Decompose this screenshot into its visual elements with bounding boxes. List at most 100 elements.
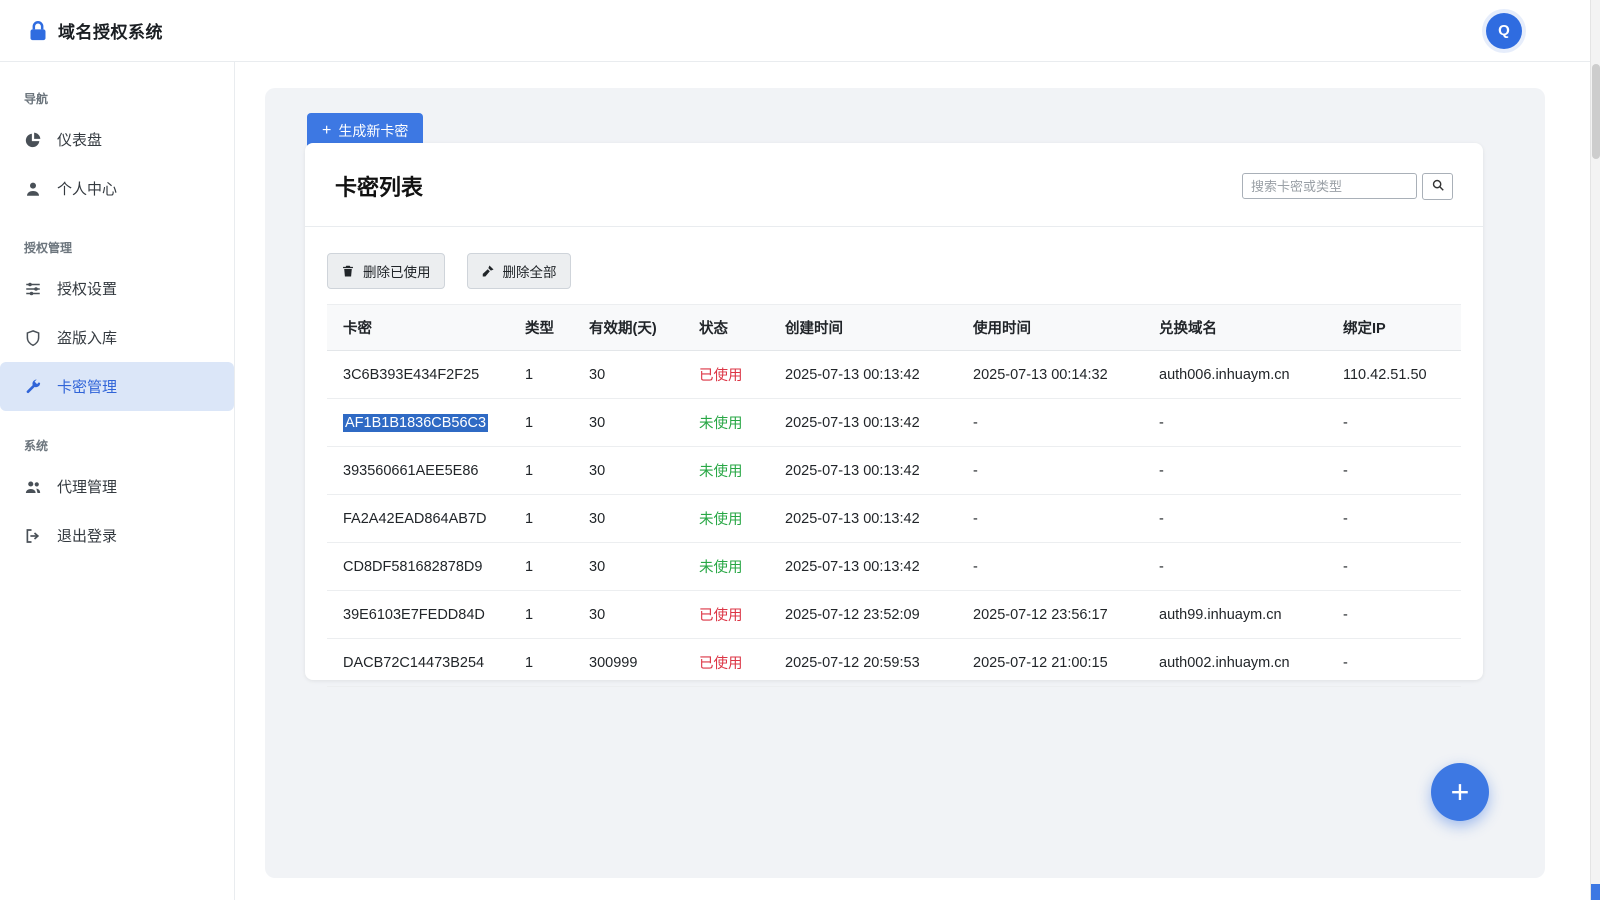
cell-ip: - bbox=[1333, 399, 1461, 447]
table-row: AF1B1B1836CB56C3 1 30 未使用 2025-07-13 00:… bbox=[327, 399, 1461, 447]
sidebar-item-label: 盗版入库 bbox=[57, 327, 117, 348]
sidebar: 导航 仪表盘 个人中心 授权管理 授权设 bbox=[0, 62, 235, 900]
cell-ip: - bbox=[1333, 591, 1461, 639]
cell-used-at: 2025-07-12 21:00:15 bbox=[963, 639, 1149, 687]
cell-status: 已使用 bbox=[689, 639, 775, 687]
scrollbar-thumb[interactable] bbox=[1592, 64, 1600, 159]
col-key: 卡密 bbox=[327, 305, 515, 351]
cell-days: 30 bbox=[579, 351, 689, 399]
cell-days: 30 bbox=[579, 591, 689, 639]
cell-type: 1 bbox=[515, 591, 579, 639]
cell-key: 39E6103E7FEDD84D bbox=[327, 591, 515, 639]
pie-chart-icon bbox=[24, 131, 42, 149]
plus-icon: + bbox=[322, 124, 331, 138]
scrollbar-bottom-button[interactable] bbox=[1591, 884, 1600, 900]
delete-used-button[interactable]: 删除已使用 bbox=[327, 253, 445, 289]
card-header: 卡密列表 bbox=[305, 143, 1483, 227]
table-row: 393560661AEE5E86 1 30 未使用 2025-07-13 00:… bbox=[327, 447, 1461, 495]
sidebar-item-label: 卡密管理 bbox=[57, 376, 117, 397]
main-area: + 生成新卡密 卡密列表 bbox=[236, 62, 1590, 900]
app-title: 域名授权系统 bbox=[58, 18, 163, 43]
cell-created: 2025-07-12 23:52:09 bbox=[775, 591, 963, 639]
sidebar-section-nav: 导航 bbox=[0, 80, 234, 115]
cell-ip: - bbox=[1333, 543, 1461, 591]
col-days: 有效期(天) bbox=[579, 305, 689, 351]
trash-icon bbox=[341, 264, 355, 278]
status-badge: 未使用 bbox=[699, 464, 743, 480]
user-icon bbox=[24, 180, 42, 198]
cell-used-at: - bbox=[963, 399, 1149, 447]
cell-ip: 110.42.51.50 bbox=[1333, 351, 1461, 399]
cell-created: 2025-07-13 00:13:42 bbox=[775, 399, 963, 447]
cell-type: 1 bbox=[515, 543, 579, 591]
table-row: CD8DF581682878D9 1 30 未使用 2025-07-13 00:… bbox=[327, 543, 1461, 591]
status-badge: 未使用 bbox=[699, 512, 743, 528]
cell-days: 30 bbox=[579, 495, 689, 543]
card-key-text[interactable]: 3C6B393E434F2F25 bbox=[343, 367, 479, 383]
app-brand: 域名授权系统 bbox=[28, 18, 163, 43]
sidebar-item-auth-settings[interactable]: 授权设置 bbox=[0, 264, 234, 313]
broom-icon bbox=[481, 264, 495, 278]
cell-domain: - bbox=[1149, 543, 1333, 591]
shield-icon bbox=[24, 329, 42, 347]
add-floating-button[interactable]: + bbox=[1431, 763, 1489, 821]
card-key-text[interactable]: DACB72C14473B254 bbox=[343, 655, 484, 671]
card-key-text[interactable]: FA2A42EAD864AB7D bbox=[343, 511, 486, 527]
search-button[interactable] bbox=[1422, 173, 1453, 200]
cell-used-at: - bbox=[963, 495, 1149, 543]
scrollbar-track[interactable] bbox=[1590, 0, 1600, 900]
cell-key: CD8DF581682878D9 bbox=[327, 543, 515, 591]
sidebar-item-card-keys[interactable]: 卡密管理 bbox=[0, 362, 234, 411]
status-badge: 已使用 bbox=[699, 656, 743, 672]
cell-ip: - bbox=[1333, 495, 1461, 543]
wrench-icon bbox=[24, 378, 42, 396]
sidebar-item-label: 仪表盘 bbox=[57, 129, 102, 150]
card-key-text[interactable]: AF1B1B1836CB56C3 bbox=[343, 414, 488, 432]
top-bar: 域名授权系统 Q bbox=[0, 0, 1590, 62]
cell-used-at: - bbox=[963, 447, 1149, 495]
cell-status: 未使用 bbox=[689, 543, 775, 591]
card-key-text[interactable]: 39E6103E7FEDD84D bbox=[343, 607, 485, 623]
cell-type: 1 bbox=[515, 399, 579, 447]
sidebar-item-agents[interactable]: 代理管理 bbox=[0, 462, 234, 511]
lock-icon bbox=[28, 20, 48, 42]
card-key-text[interactable]: CD8DF581682878D9 bbox=[343, 559, 482, 575]
status-badge: 已使用 bbox=[699, 368, 743, 384]
cell-days: 30 bbox=[579, 543, 689, 591]
table-row: DACB72C14473B254 1 300999 已使用 2025-07-12… bbox=[327, 639, 1461, 687]
cell-days: 30 bbox=[579, 399, 689, 447]
sidebar-item-profile[interactable]: 个人中心 bbox=[0, 164, 234, 213]
cell-created: 2025-07-13 00:13:42 bbox=[775, 495, 963, 543]
cell-created: 2025-07-13 00:13:42 bbox=[775, 543, 963, 591]
page-title: 卡密列表 bbox=[335, 170, 423, 202]
sidebar-item-logout[interactable]: 退出登录 bbox=[0, 511, 234, 560]
cell-domain: auth99.inhuaym.cn bbox=[1149, 591, 1333, 639]
sidebar-item-piracy-db[interactable]: 盗版入库 bbox=[0, 313, 234, 362]
delete-all-button[interactable]: 删除全部 bbox=[467, 253, 571, 289]
cell-status: 已使用 bbox=[689, 591, 775, 639]
sidebar-item-label: 代理管理 bbox=[57, 476, 117, 497]
card-key-text[interactable]: 393560661AEE5E86 bbox=[343, 463, 478, 479]
card-key-list-card: 卡密列表 bbox=[305, 143, 1483, 680]
cell-domain: - bbox=[1149, 399, 1333, 447]
cell-key: 393560661AEE5E86 bbox=[327, 447, 515, 495]
cell-domain: - bbox=[1149, 495, 1333, 543]
cell-key: DACB72C14473B254 bbox=[327, 639, 515, 687]
cell-used-at: 2025-07-12 23:56:17 bbox=[963, 591, 1149, 639]
col-ip: 绑定IP bbox=[1333, 305, 1461, 351]
search-input[interactable] bbox=[1242, 173, 1417, 199]
col-used-at: 使用时间 bbox=[963, 305, 1149, 351]
card-key-table: 卡密 类型 有效期(天) 状态 创建时间 使用时间 兑换域名 绑定IP 3C6B bbox=[327, 304, 1461, 687]
cell-domain: auth002.inhuaym.cn bbox=[1149, 639, 1333, 687]
cell-domain: - bbox=[1149, 447, 1333, 495]
col-created: 创建时间 bbox=[775, 305, 963, 351]
sidebar-section-auth: 授权管理 bbox=[0, 229, 234, 264]
cell-domain: auth006.inhuaym.cn bbox=[1149, 351, 1333, 399]
cell-created: 2025-07-13 00:13:42 bbox=[775, 447, 963, 495]
table-body: 3C6B393E434F2F25 1 30 已使用 2025-07-13 00:… bbox=[327, 351, 1461, 687]
sidebar-item-dashboard[interactable]: 仪表盘 bbox=[0, 115, 234, 164]
cell-key: FA2A42EAD864AB7D bbox=[327, 495, 515, 543]
cell-created: 2025-07-13 00:13:42 bbox=[775, 351, 963, 399]
cell-created: 2025-07-12 20:59:53 bbox=[775, 639, 963, 687]
user-avatar-badge[interactable]: Q bbox=[1486, 13, 1522, 49]
